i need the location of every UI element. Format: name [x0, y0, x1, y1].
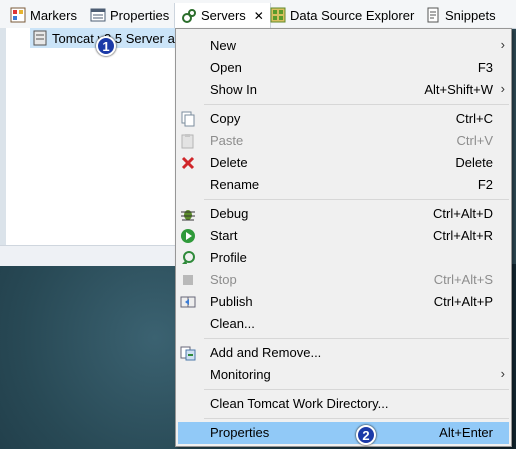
menu-separator [204, 199, 509, 200]
menu-item-stop[interactable]: Stop Ctrl+Alt+S [178, 269, 509, 291]
servers-icon [181, 8, 197, 24]
tab-servers[interactable]: Servers ✕ [174, 3, 271, 28]
view-tab-bar: Markers Properties Servers ✕ Data Source… [0, 0, 516, 29]
chevron-right-icon: › [500, 366, 505, 381]
servers-view: Tomcat v8.5 Server at [0, 28, 182, 245]
properties-icon [90, 7, 106, 23]
menu-item-monitoring[interactable]: Monitoring › [178, 364, 509, 386]
paste-icon [180, 133, 196, 149]
menu-item-properties[interactable]: Properties Alt+Enter [178, 422, 509, 444]
ide-status-strip [0, 245, 175, 266]
tab-label: Servers [201, 8, 246, 23]
menu-item-paste[interactable]: Paste Ctrl+V [178, 130, 509, 152]
debug-icon [180, 206, 196, 222]
menu-separator [204, 104, 509, 105]
tab-properties[interactable]: Properties [90, 5, 169, 25]
data-source-icon [270, 7, 286, 23]
add-remove-icon [180, 345, 196, 361]
delete-icon [180, 155, 196, 171]
publish-icon [180, 294, 196, 310]
snippets-icon [425, 7, 441, 23]
tab-label: Data Source Explorer [290, 7, 415, 23]
tab-markers[interactable]: Markers [10, 5, 77, 25]
menu-item-start[interactable]: Start Ctrl+Alt+R [178, 225, 509, 247]
chevron-right-icon: › [500, 37, 505, 52]
menu-item-delete[interactable]: Delete Delete [178, 152, 509, 174]
menu-item-profile[interactable]: Profile [178, 247, 509, 269]
menu-item-new[interactable]: New › [178, 35, 509, 57]
menu-item-open[interactable]: Open F3 [178, 57, 509, 79]
profile-icon [180, 250, 196, 266]
tab-label: Properties [110, 7, 170, 23]
tab-label: Markers [30, 7, 77, 23]
menu-separator [204, 418, 509, 419]
tab-label: Snippets [445, 7, 496, 23]
tab-snippets[interactable]: Snippets [425, 5, 496, 25]
menu-separator [204, 338, 509, 339]
chevron-right-icon: › [500, 81, 505, 96]
stop-icon [180, 272, 196, 288]
start-icon [180, 228, 196, 244]
menu-item-rename[interactable]: Rename F2 [178, 174, 509, 196]
menu-item-clean-tomcat-work-directory[interactable]: Clean Tomcat Work Directory... [178, 393, 509, 415]
menu-item-show-in[interactable]: Show In Alt+Shift+W › [178, 79, 509, 101]
tab-data-source-explorer[interactable]: Data Source Explorer [270, 5, 414, 25]
server-icon [32, 30, 48, 46]
step-badge-1: 1 [96, 36, 116, 56]
menu-item-clean[interactable]: Clean... [178, 313, 509, 335]
context-menu: New › Open F3 Show In Alt+Shift+W › Copy… [175, 28, 512, 447]
menu-item-copy[interactable]: Copy Ctrl+C [178, 108, 509, 130]
close-icon[interactable]: ✕ [254, 9, 264, 23]
menu-item-debug[interactable]: Debug Ctrl+Alt+D [178, 203, 509, 225]
menu-item-publish[interactable]: Publish Ctrl+Alt+P [178, 291, 509, 313]
markers-icon [10, 7, 26, 23]
step-badge-2: 2 [356, 425, 376, 445]
menu-separator [204, 389, 509, 390]
menu-item-add-remove[interactable]: Add and Remove... [178, 342, 509, 364]
copy-icon [180, 111, 196, 127]
